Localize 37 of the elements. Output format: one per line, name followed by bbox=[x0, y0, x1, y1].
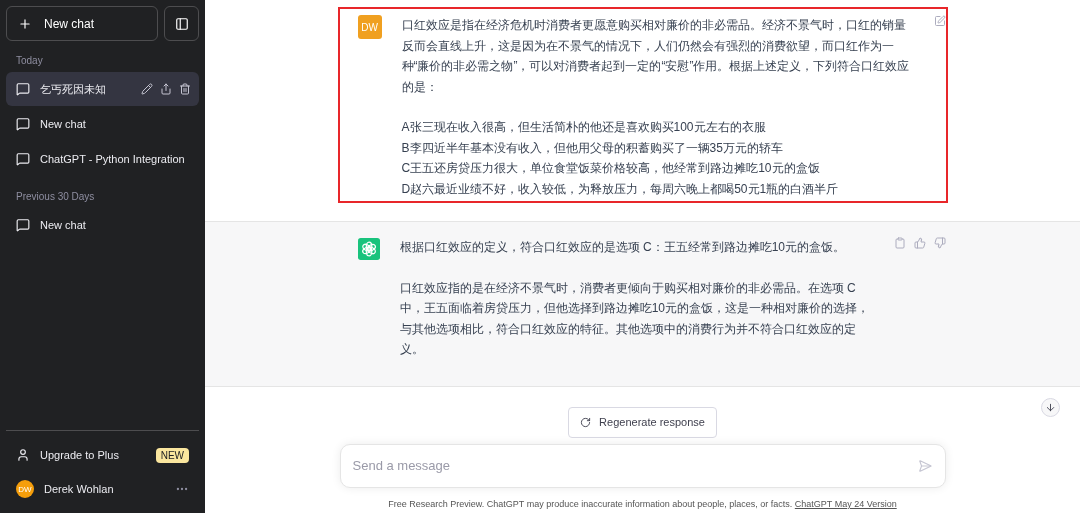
chat-bubble-icon bbox=[16, 82, 30, 96]
version-link[interactable]: ChatGPT May 24 Version bbox=[794, 498, 897, 509]
edit-icon[interactable] bbox=[141, 83, 153, 95]
regenerate-button[interactable]: Regenerate response bbox=[568, 406, 717, 438]
chat-item[interactable]: New chat bbox=[6, 208, 199, 242]
plus-icon bbox=[18, 16, 32, 31]
chat-item[interactable]: New chat bbox=[6, 107, 199, 141]
user-avatar: DW bbox=[357, 15, 382, 39]
message-text: 口红效应指的是在经济不景气时，消费者更倾向于购买相对廉价的非必需品。在选项 C 中，王五面临着房贷压力，但他选择到路边摊吃10元的盒饭，这是一种相对廉价的选择，与其他选项相比，符合口红效应的特征。其他选项中的消费行为并不符合口红效应的定义。 bbox=[399, 279, 870, 358]
chat-bubble-icon bbox=[16, 117, 30, 131]
arrow-down-icon bbox=[1045, 402, 1056, 413]
section-heading: Today bbox=[15, 54, 44, 68]
refresh-icon bbox=[580, 416, 592, 428]
share-icon[interactable] bbox=[160, 83, 172, 95]
thumbs-down-icon[interactable] bbox=[933, 237, 946, 249]
upgrade-item[interactable]: Upgrade to Plus NEW bbox=[6, 439, 199, 471]
logo-icon bbox=[357, 237, 380, 261]
new-badge: NEW bbox=[155, 447, 189, 463]
scroll-down-button[interactable] bbox=[1041, 398, 1060, 417]
user-avatar: DW bbox=[16, 480, 34, 498]
user-icon bbox=[16, 448, 30, 462]
chat-item[interactable]: 乞丐死因未知 bbox=[6, 72, 199, 106]
message-text: 根据口红效应的定义，符合口红效应的是选项 C：王五经常到路边摊吃10元的盒饭。 bbox=[399, 239, 846, 256]
thumbs-up-icon[interactable] bbox=[913, 237, 926, 249]
sidebar-icon bbox=[174, 16, 189, 31]
section-heading: Previous 30 Days bbox=[15, 190, 96, 204]
sidebar-toggle-button[interactable] bbox=[164, 6, 199, 41]
trash-icon[interactable] bbox=[179, 83, 191, 95]
chat-item[interactable]: ChatGPT - Python Integration bbox=[6, 142, 199, 176]
chat-bubble-icon bbox=[16, 152, 30, 166]
footer-text: Free Research Preview. ChatGPT may produce inaccurate information about people, places, or facts. ChatGPT May 24 Version bbox=[388, 498, 897, 509]
account-item[interactable]: DW Derek Wohlan bbox=[6, 473, 199, 505]
message-field[interactable]: Send a message bbox=[339, 443, 946, 488]
message-text: 口红效应是指在经济危机时消费者更愿意购买相对廉价的非必需品。经济不景气时，口红的销量反而会直线上升，这是因为在不景气的情况下，人们仍然会有强烈的消费欲望，而口红作为一种“廉价的非必需之物”，可以对消费者起到一定的“安慰”作用。根据上述定义，下列符合口红效应的是： bbox=[401, 17, 911, 96]
new-chat-button[interactable]: New chat bbox=[6, 6, 158, 41]
chat-bubble-icon bbox=[16, 218, 30, 232]
message-text: A张三现在收入很高，但生活简朴的他还是喜欢购买100元左右的衣服 B李四近半年基本没有收入，但他用父母的积蓄购买了一辆35万元的轿车 C王五还房贷压力很大，单位食堂饭菜价格较高，他经常到路边摊吃10元的盒饭 D赵六最近业绩不好，收入较低，为释放压力，每周六晚上都喝50元1瓶的白酒半斤 bbox=[401, 119, 840, 198]
